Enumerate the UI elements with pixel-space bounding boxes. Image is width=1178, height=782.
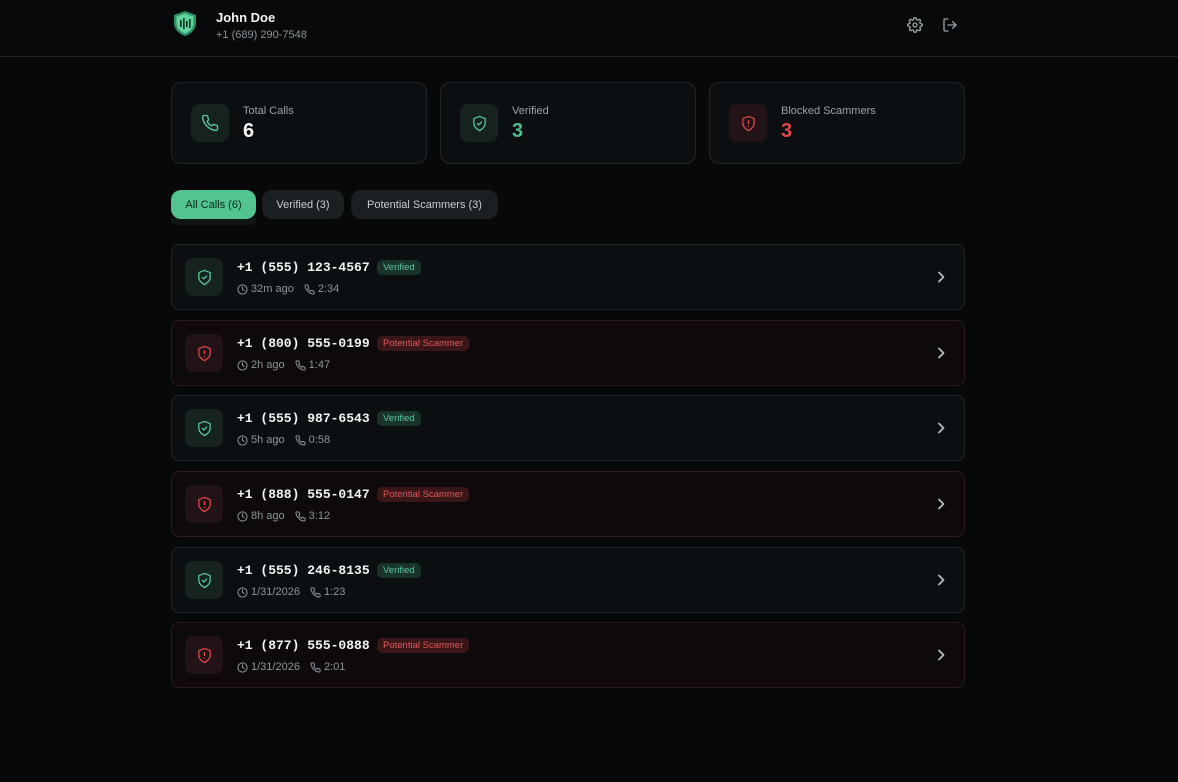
call-row[interactable]: +1 (888) 555-0147 Potential Scammer 8h ago… [171, 471, 965, 537]
phone-icon [310, 661, 321, 673]
clock-icon [237, 359, 248, 371]
call-row[interactable]: +1 (800) 555-0199 Potential Scammer 2h ago… [171, 320, 965, 386]
call-row[interactable]: +1 (555) 987-6543 Verified 5h ago 0:58 [171, 395, 965, 461]
call-time: 5h ago [251, 434, 285, 446]
status-badge: Verified [377, 411, 421, 426]
phone-icon [295, 510, 306, 522]
chevron-right-icon [934, 266, 948, 288]
status-badge: Verified [377, 563, 421, 578]
call-duration: 3:12 [308, 510, 331, 522]
shield-check-icon [185, 258, 223, 296]
clock-icon [237, 661, 248, 673]
chevron-right-icon [934, 644, 948, 666]
call-meta: 1/31/2026 1:23 [237, 585, 345, 599]
chevron-right-icon [934, 342, 948, 364]
shield-alert-icon [185, 334, 223, 372]
status-badge: Potential Scammer [377, 638, 470, 653]
call-number: +1 (888) 555-0147 [237, 487, 370, 502]
shield-check-icon [185, 561, 223, 599]
shield-check-icon [460, 104, 498, 142]
settings-button[interactable] [904, 14, 926, 36]
phone-icon [310, 586, 321, 598]
call-duration: 2:34 [317, 283, 340, 295]
phone-icon [191, 104, 229, 142]
status-badge: Potential Scammer [377, 336, 470, 351]
shield-alert-icon [185, 485, 223, 523]
app-header: John Doe +1 (689) 290-7548 [0, 0, 1178, 57]
user-name: John Doe [216, 10, 276, 25]
stat-label: Verified [512, 105, 549, 117]
stat-card-total-calls: Total Calls 6 [171, 82, 427, 164]
tab-verified[interactable]: Verified (3) [262, 190, 344, 219]
call-time: 1/31/2026 [251, 661, 300, 673]
stat-label: Total Calls [243, 105, 294, 117]
call-number: +1 (555) 246-8135 [237, 563, 370, 578]
chevron-right-icon [934, 417, 948, 439]
call-duration: 0:58 [308, 434, 331, 446]
tab-all-calls[interactable]: All Calls (6) [171, 190, 256, 219]
stat-value: 6 [243, 120, 255, 142]
call-duration: 1:23 [323, 586, 346, 598]
call-time: 8h ago [251, 510, 285, 522]
stat-label: Blocked Scammers [781, 105, 876, 117]
status-badge: Verified [377, 260, 421, 275]
call-number: +1 (800) 555-0199 [237, 336, 370, 351]
call-row[interactable]: +1 (555) 246-8135 Verified 1/31/2026 1:23 [171, 547, 965, 613]
call-time: 32m ago [251, 283, 294, 295]
phone-icon [295, 434, 306, 446]
clock-icon [237, 510, 248, 522]
call-time: 2h ago [251, 359, 285, 371]
call-number: +1 (555) 123-4567 [237, 260, 370, 275]
phone-icon [304, 283, 315, 295]
call-meta: 2h ago 1:47 [237, 358, 330, 372]
stat-card-verified: Verified 3 [440, 82, 696, 164]
call-meta: 32m ago 2:34 [237, 282, 339, 296]
clock-icon [237, 586, 248, 598]
chevron-right-icon [934, 569, 948, 591]
call-time: 1/31/2026 [251, 586, 300, 598]
stat-card-blocked-scammers: Blocked Scammers 3 [709, 82, 965, 164]
call-duration: 1:47 [308, 359, 331, 371]
call-row[interactable]: +1 (555) 123-4567 Verified 32m ago 2:34 [171, 244, 965, 310]
tab-potential-scammers[interactable]: Potential Scammers (3) [351, 190, 498, 219]
chevron-right-icon [934, 493, 948, 515]
call-duration: 2:01 [323, 661, 346, 673]
stat-value: 3 [512, 120, 524, 142]
shield-check-icon [185, 409, 223, 447]
stat-value: 3 [781, 120, 793, 142]
call-number: +1 (555) 987-6543 [237, 411, 370, 426]
clock-icon [237, 283, 248, 295]
clock-icon [237, 434, 248, 446]
logout-icon [943, 18, 957, 32]
user-phone: +1 (689) 290-7548 [216, 29, 307, 41]
call-meta: 1/31/2026 2:01 [237, 660, 345, 674]
call-meta: 8h ago 3:12 [237, 509, 330, 523]
call-row[interactable]: +1 (877) 555-0888 Potential Scammer 1/31/2… [171, 622, 965, 688]
gear-icon [907, 17, 923, 33]
shield-alert-icon [729, 104, 767, 142]
shield-alert-icon [185, 636, 223, 674]
status-badge: Potential Scammer [377, 487, 470, 502]
phone-icon [295, 359, 306, 371]
logout-button[interactable] [939, 14, 961, 36]
call-number: +1 (877) 555-0888 [237, 638, 370, 653]
shield-logo-icon [171, 9, 199, 37]
call-meta: 5h ago 0:58 [237, 433, 330, 447]
tab-underline [171, 218, 256, 225]
